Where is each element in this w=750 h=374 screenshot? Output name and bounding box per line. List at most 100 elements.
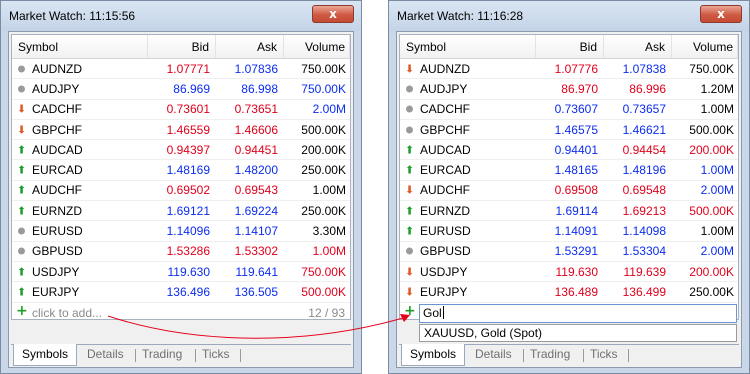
- plus-icon: +: [16, 302, 28, 319]
- table-row[interactable]: ⬆ EURCAD 1.48169 1.48200 250.00K: [12, 160, 350, 181]
- volume-cell: 1.20M: [700, 81, 734, 96]
- ask-cell: 0.73651: [234, 102, 278, 117]
- bid-cell: 0.94397: [166, 142, 210, 157]
- table-row[interactable]: ⬇ AUDNZD 1.07776 1.07838 750.00K: [400, 59, 738, 80]
- ask-cell: 0.73657: [622, 102, 666, 117]
- volume-cell: 750.00K: [301, 61, 346, 76]
- search-input-value: Gol: [423, 305, 442, 320]
- table-row[interactable]: ⬇ CADCHF 0.73601 0.73651 2.00M: [12, 100, 350, 120]
- ask-cell: 1.48200: [234, 163, 278, 178]
- ask-cell: 1.53304: [622, 244, 666, 259]
- table-row[interactable]: AUDJPY 86.969 86.998 750.00K: [12, 79, 350, 100]
- table-row[interactable]: ⬆ EURNZD 1.69121 1.69224 250.00K: [12, 201, 350, 222]
- volume-cell: 1.00M: [700, 224, 734, 239]
- symbol-name: EURCAD: [420, 163, 471, 178]
- plus-icon: +: [404, 302, 416, 319]
- ask-cell: 119.639: [623, 264, 667, 279]
- ask-cell: 1.46606: [234, 122, 278, 137]
- column-header-ask[interactable]: Ask: [216, 35, 284, 58]
- volume-cell: 750.00K: [301, 264, 346, 279]
- add-symbol-row[interactable]: + click to add... 12 / 93: [12, 303, 350, 324]
- tab-ticks[interactable]: Ticks: [202, 345, 230, 365]
- symbol-cell: ⬇ EURJPY: [400, 282, 536, 301]
- bid-cell: 1.69114: [555, 203, 599, 218]
- symbol-cell: ⬆ EURJPY: [12, 282, 148, 301]
- window-title: Market Watch: 11:15:56: [9, 9, 136, 23]
- table-row[interactable]: ⬆ EURCAD 1.48165 1.48196 1.00M: [400, 160, 738, 181]
- column-header-ask[interactable]: Ask: [604, 35, 672, 58]
- table-row[interactable]: ⬆ EURJPY 136.496 136.505 500.00K: [12, 282, 350, 303]
- up-arrow-icon: ⬆: [404, 224, 415, 238]
- down-arrow-icon: ⬇: [16, 123, 27, 137]
- table-row[interactable]: ⬆ EURNZD 1.69114 1.69213 500.00K: [400, 201, 738, 222]
- autocomplete-suggestion[interactable]: XAUUSD, Gold (Spot): [419, 323, 737, 342]
- down-arrow-icon: ⬇: [16, 102, 27, 116]
- table-row[interactable]: ⬇ AUDCHF 0.69508 0.69548 2.00M: [400, 181, 738, 202]
- column-header-symbol[interactable]: Symbol: [400, 35, 536, 58]
- tab-trading[interactable]: Trading: [142, 345, 182, 365]
- ask-cell: 1.14107: [234, 224, 278, 239]
- tab-separator: [240, 349, 241, 362]
- bid-cell: 1.48169: [166, 163, 210, 178]
- symbol-search-input[interactable]: Gol: [419, 303, 737, 323]
- table-row[interactable]: EURUSD 1.14096 1.14107 3.30M: [12, 221, 350, 242]
- bid-cell: 1.07776: [554, 61, 598, 76]
- title-bar[interactable]: Market Watch: 11:16:28 x: [389, 1, 749, 31]
- table-row[interactable]: ⬆ EURUSD 1.14091 1.14098 1.00M: [400, 221, 738, 242]
- table-row[interactable]: ⬇ GBPCHF 1.46559 1.46606 500.00K: [12, 120, 350, 141]
- symbol-cell: AUDJPY: [400, 79, 536, 98]
- column-header-bid[interactable]: Bid: [536, 35, 604, 58]
- symbol-name: GBPCHF: [32, 122, 83, 137]
- neutral-dot-icon: [404, 124, 415, 135]
- symbol-cell: ⬇ AUDNZD: [400, 59, 536, 78]
- symbol-cell: ⬆ AUDCAD: [400, 140, 536, 159]
- table-row[interactable]: GBPUSD 1.53286 1.53302 1.00M: [12, 242, 350, 262]
- down-arrow-icon: ⬇: [404, 285, 415, 299]
- tab-trading[interactable]: Trading: [530, 345, 570, 365]
- volume-cell: 500.00K: [689, 122, 734, 137]
- volume-cell: 2.00M: [700, 244, 734, 259]
- click-to-add-text[interactable]: click to add...: [32, 306, 102, 320]
- column-header-volume[interactable]: Volume: [284, 35, 350, 58]
- bid-cell: 1.69121: [166, 203, 210, 218]
- symbol-cell: AUDJPY: [12, 79, 148, 98]
- add-symbol-row[interactable]: + Gol XAUUSD, Gold (Spot): [400, 302, 738, 342]
- column-header-bid[interactable]: Bid: [148, 35, 216, 58]
- market-watch-window-after: Market Watch: 11:16:28 x Symbol Bid Ask …: [388, 0, 750, 374]
- symbol-name: GBPUSD: [420, 244, 471, 259]
- tab-details[interactable]: Details: [475, 345, 512, 365]
- volume-cell: 750.00K: [301, 81, 346, 96]
- table-row[interactable]: CADCHF 0.73607 0.73657 1.00M: [400, 100, 738, 120]
- window-title: Market Watch: 11:16:28: [397, 9, 524, 23]
- table-row[interactable]: AUDNZD 1.07771 1.07836 750.00K: [12, 59, 350, 80]
- table-row[interactable]: ⬇ USDJPY 119.630 119.639 200.00K: [400, 262, 738, 283]
- tab-symbols[interactable]: Symbols: [401, 344, 466, 366]
- symbol-name: EURJPY: [32, 284, 80, 299]
- volume-cell: 1.00M: [312, 244, 346, 259]
- close-button[interactable]: x: [700, 5, 742, 23]
- symbol-name: GBPCHF: [420, 122, 471, 137]
- symbol-cell: ⬇ AUDCHF: [400, 181, 536, 200]
- tab-details[interactable]: Details: [87, 345, 124, 365]
- symbol-cell: ⬆ USDJPY: [12, 262, 148, 281]
- tab-separator: [195, 349, 196, 362]
- text-caret: [442, 305, 444, 319]
- close-button[interactable]: x: [312, 5, 354, 23]
- title-bar[interactable]: Market Watch: 11:15:56 x: [1, 1, 361, 31]
- symbol-name: EURCAD: [32, 163, 83, 178]
- table-row[interactable]: GBPUSD 1.53291 1.53304 2.00M: [400, 242, 738, 262]
- tab-symbols[interactable]: Symbols: [13, 344, 78, 366]
- tab-ticks[interactable]: Ticks: [590, 345, 618, 365]
- ask-cell: 86.998: [241, 81, 278, 96]
- table-row[interactable]: ⬆ AUDCAD 0.94397 0.94451 200.00K: [12, 140, 350, 161]
- column-header-symbol[interactable]: Symbol: [12, 35, 148, 58]
- table-row[interactable]: AUDJPY 86.970 86.996 1.20M: [400, 79, 738, 100]
- table-row[interactable]: ⬇ EURJPY 136.489 136.499 250.00K: [400, 282, 738, 303]
- tab-separator: [628, 349, 629, 362]
- symbol-cell: ⬆ AUDCAD: [12, 140, 148, 159]
- table-row[interactable]: ⬆ AUDCAD 0.94401 0.94454 200.00K: [400, 140, 738, 161]
- table-row[interactable]: ⬆ AUDCHF 0.69502 0.69543 1.00M: [12, 181, 350, 202]
- column-header-volume[interactable]: Volume: [672, 35, 738, 58]
- table-row[interactable]: ⬆ USDJPY 119.630 119.641 750.00K: [12, 262, 350, 283]
- table-row[interactable]: GBPCHF 1.46575 1.46621 500.00K: [400, 120, 738, 141]
